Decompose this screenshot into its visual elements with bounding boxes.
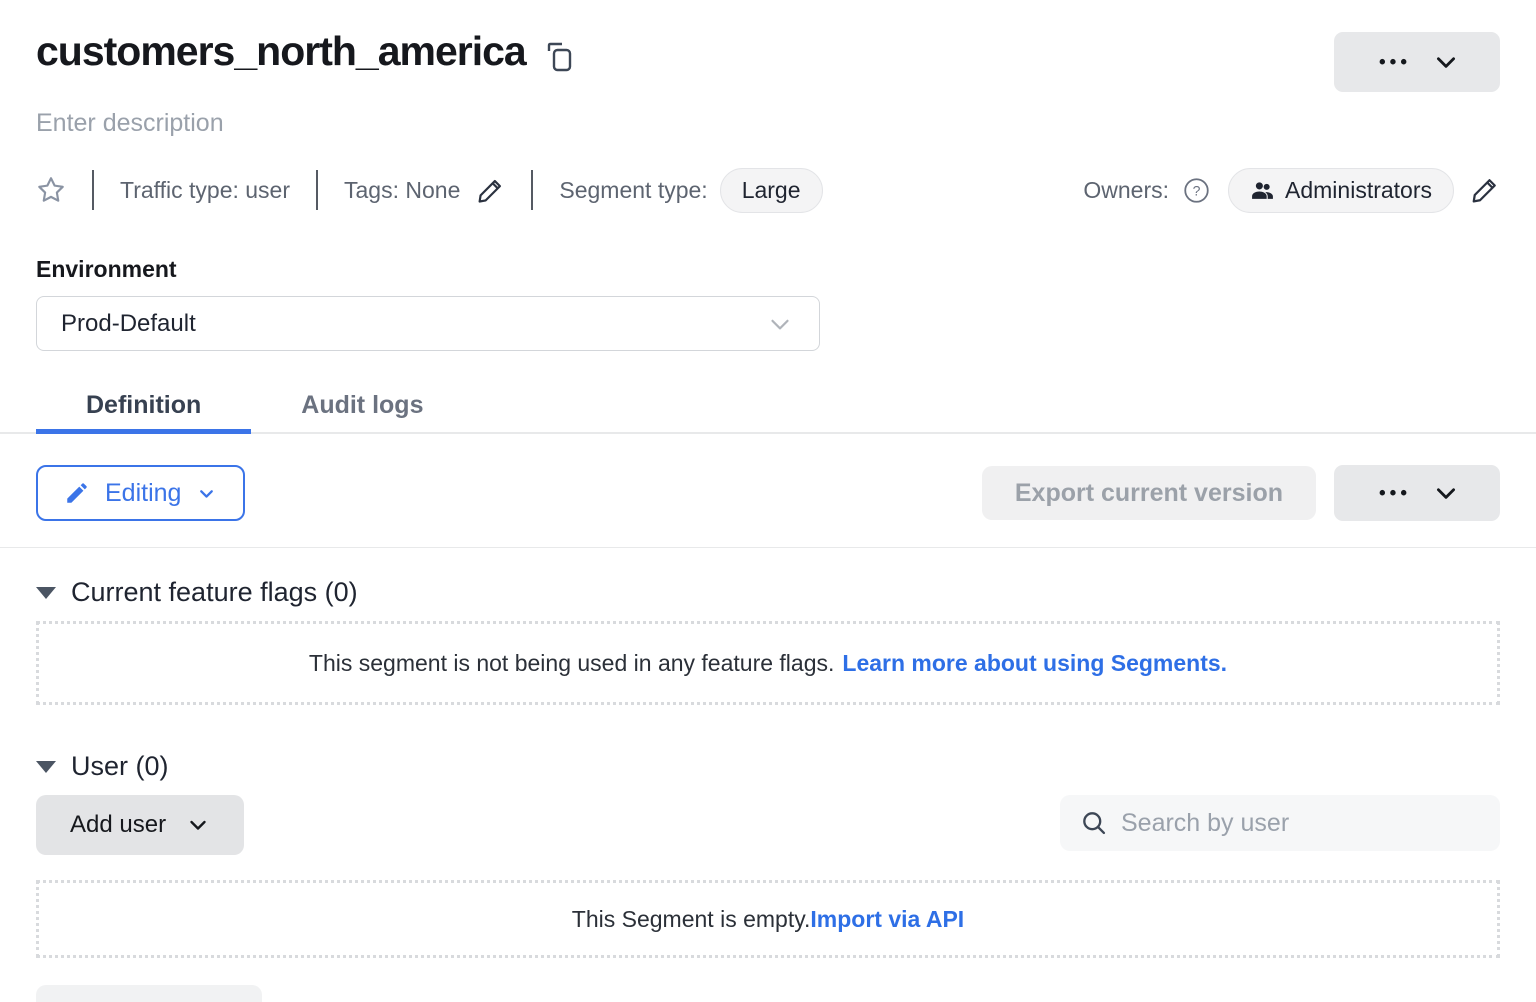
tab-audit-logs[interactable]: Audit logs: [251, 378, 473, 432]
editing-mode-button[interactable]: Editing: [36, 465, 245, 521]
editing-label: Editing: [105, 479, 181, 508]
add-user-label: Add user: [70, 811, 166, 839]
meta-divider: [316, 170, 318, 210]
user-empty-state: This Segment is empty. Import via API: [36, 880, 1500, 958]
meta-divider: [92, 170, 94, 210]
environment-selected-value: Prod-Default: [61, 310, 196, 338]
chevron-down-icon: [1433, 49, 1459, 75]
search-by-user-field[interactable]: [1060, 795, 1500, 851]
header-more-button[interactable]: •••: [1334, 32, 1500, 92]
tab-bar: Definition Audit logs: [0, 378, 1536, 434]
tags-label: Tags: None: [344, 177, 460, 204]
people-icon: [1250, 178, 1275, 203]
export-current-version-button[interactable]: Export current version: [982, 466, 1316, 520]
chevron-down-icon: [186, 813, 210, 837]
help-question-icon[interactable]: ?: [1183, 177, 1210, 204]
environment-label: Environment: [36, 256, 1500, 283]
segment-type-badge: Large: [720, 168, 823, 213]
owners-label: Owners:: [1083, 177, 1169, 204]
user-section-title: User (0): [71, 751, 169, 782]
owners-group: Owners: ? Administrators: [1083, 168, 1500, 213]
chevron-down-icon: [1433, 480, 1459, 506]
meta-divider: [531, 170, 533, 210]
environment-select[interactable]: Prod-Default: [36, 296, 820, 351]
chevron-down-icon: [196, 483, 217, 504]
copy-icon: [546, 42, 573, 73]
feature-flags-empty-text: This segment is not being used in any fe…: [309, 650, 834, 677]
owners-value: Administrators: [1285, 177, 1432, 204]
definition-toolbar: Editing Export current version •••: [36, 465, 1500, 521]
pencil-icon: [1470, 175, 1500, 205]
search-by-user-input[interactable]: [1121, 809, 1480, 838]
svg-text:?: ?: [1193, 182, 1201, 198]
ellipsis-icon: •••: [1375, 53, 1411, 72]
feature-flags-section-title: Current feature flags (0): [71, 577, 358, 608]
tab-definition[interactable]: Definition: [36, 378, 251, 432]
pencil-icon: [476, 176, 505, 205]
meta-row: Traffic type: user Tags: None Segment ty…: [36, 167, 1500, 213]
edit-owners-button[interactable]: [1470, 175, 1500, 205]
page-title: customers_north_america: [36, 28, 526, 75]
favorite-star-button[interactable]: [36, 175, 66, 205]
learn-more-link[interactable]: Learn more about using Segments.: [842, 650, 1227, 677]
edit-tags-button[interactable]: [476, 176, 505, 205]
description-placeholder[interactable]: Enter description: [36, 109, 1500, 138]
import-via-api-link[interactable]: Import via API: [810, 906, 964, 933]
user-empty-text: This Segment is empty.: [572, 906, 811, 933]
caret-down-icon: [36, 587, 56, 599]
segment-type-label: Segment type:: [559, 177, 707, 204]
ellipsis-icon: •••: [1375, 484, 1411, 503]
segment-detail-page: customers_north_america ••• Enter descri…: [0, 0, 1536, 1002]
toolbar-more-button[interactable]: •••: [1334, 465, 1500, 521]
chevron-down-icon: [765, 309, 795, 339]
toolbar-right-group: Export current version •••: [982, 465, 1500, 521]
pencil-icon: [64, 480, 90, 506]
user-section-header[interactable]: User (0): [36, 751, 1500, 782]
section-divider: [0, 547, 1536, 548]
star-icon: [36, 175, 66, 205]
copy-name-button[interactable]: [546, 42, 573, 73]
user-toolbar: Add user: [36, 795, 1500, 855]
traffic-type-label: Traffic type: user: [120, 177, 290, 204]
owners-badge[interactable]: Administrators: [1228, 168, 1454, 213]
feature-flags-empty-state: This segment is not being used in any fe…: [36, 621, 1500, 705]
caret-down-icon: [36, 761, 56, 773]
header: customers_north_america •••: [36, 0, 1500, 92]
feature-flags-section-header[interactable]: Current feature flags (0): [36, 577, 1500, 608]
search-icon: [1080, 809, 1108, 837]
add-user-button[interactable]: Add user: [36, 795, 244, 855]
bottom-cutoff-button[interactable]: [36, 985, 262, 1002]
